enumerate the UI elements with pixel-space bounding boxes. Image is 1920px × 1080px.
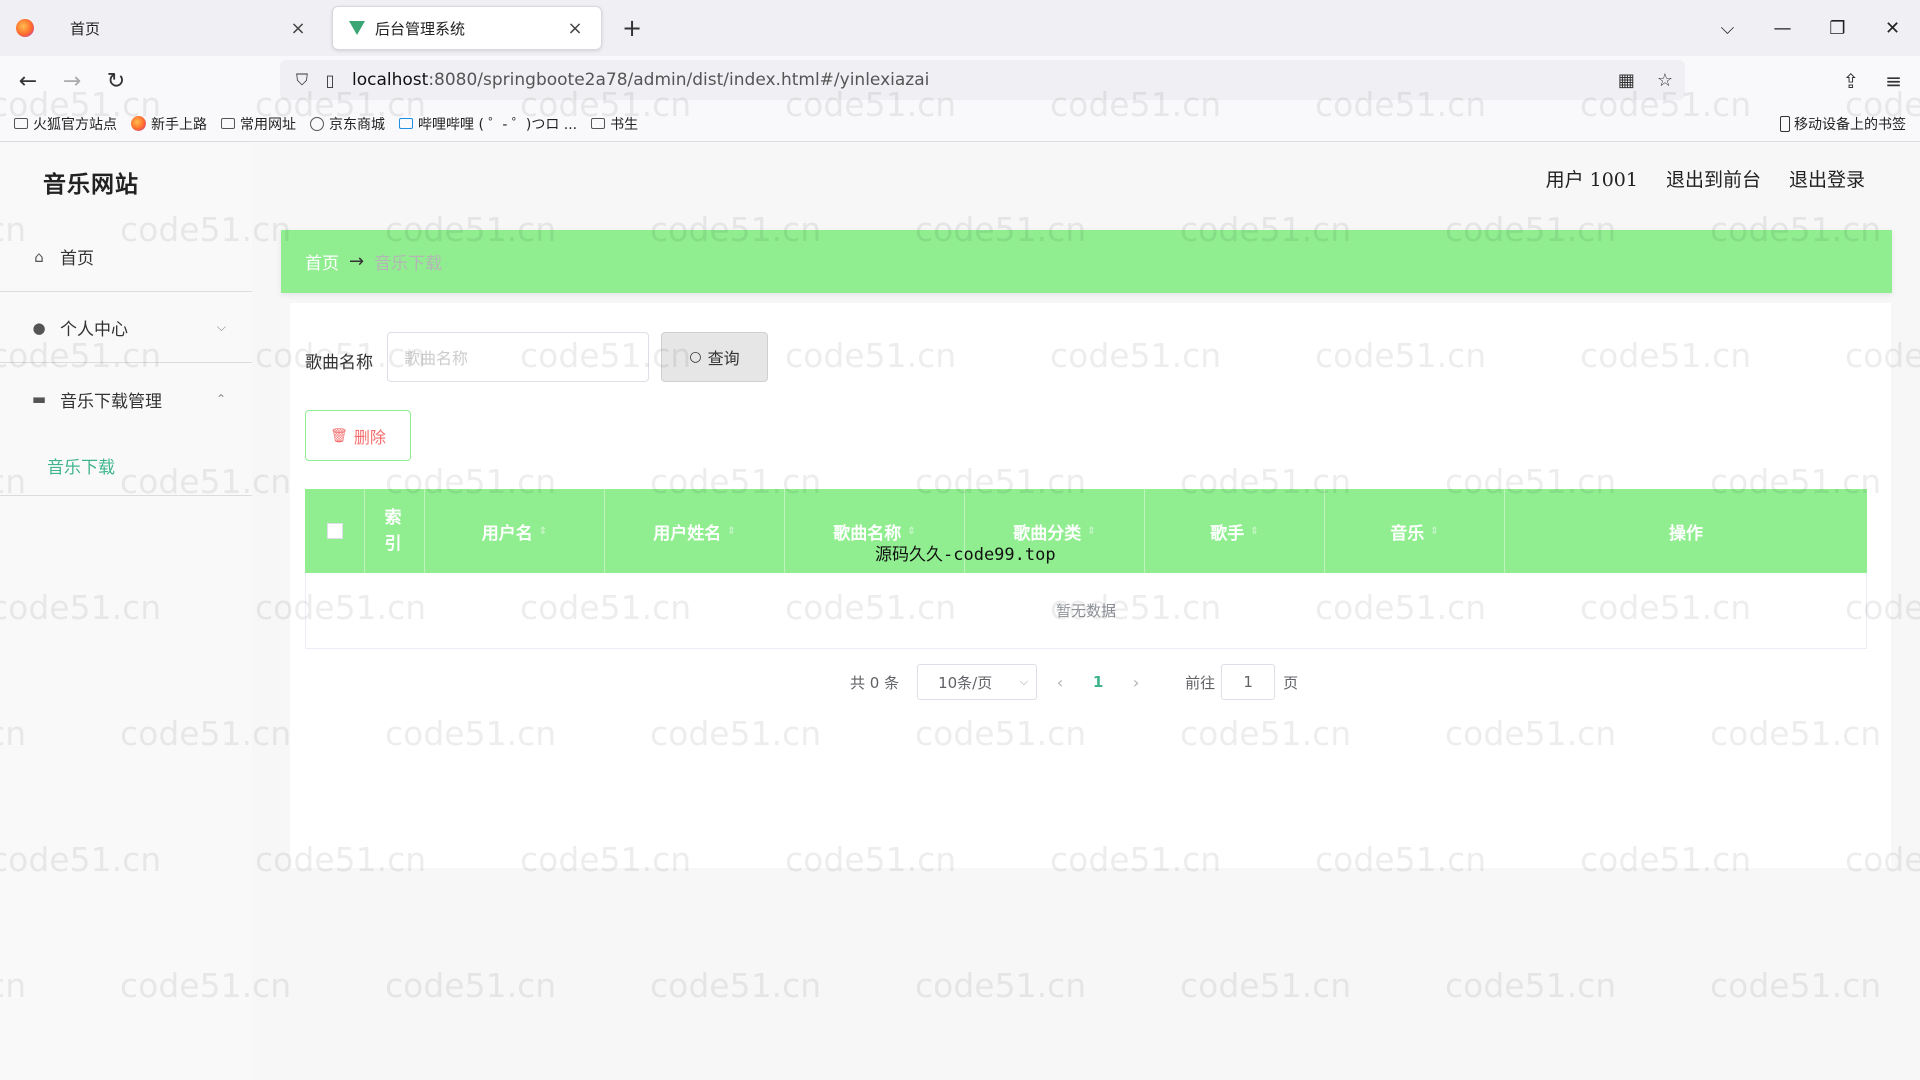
bookmark-item[interactable]: 常用网址 <box>221 114 296 134</box>
bookmark-item[interactable]: 新手上路 <box>131 114 207 134</box>
sort-icon[interactable]: ⇕ <box>907 526 915 537</box>
vue-icon <box>349 21 365 35</box>
shield-icon[interactable]: ⛉ <box>288 70 316 90</box>
song-name-input[interactable]: 歌曲名称 <box>387 332 649 382</box>
bookmark-item[interactable]: 京东商城 <box>310 114 385 134</box>
chevron-down-icon: ⌵ <box>1019 675 1029 688</box>
delete-button[interactable]: 🗑 删除 <box>305 410 411 461</box>
browser-nav-bar: ← → ↻ ⛉ ▯ localhost:8080/springbootе2a78… <box>0 56 1920 106</box>
sidebar-item-personal-center[interactable]: ● 个人中心 ⌵ <box>0 293 252 363</box>
goto-page-input[interactable]: 1 <box>1221 664 1276 700</box>
globe-icon <box>310 116 324 131</box>
tab-home[interactable]: 首页 × <box>54 6 324 50</box>
select-all-checkbox[interactable] <box>326 523 343 539</box>
sort-icon[interactable]: ⇕ <box>727 526 735 537</box>
tab-list-icon[interactable]: ⌵ <box>1700 18 1755 39</box>
reload-icon[interactable]: ↻ <box>94 69 138 94</box>
page-size-select[interactable]: 10条/页 ⌵ <box>917 664 1038 700</box>
qr-code-icon[interactable]: ▦ <box>1618 70 1635 91</box>
app-page: 音乐网站 ⌂ 首页 ● 个人中心 ⌵ ▬ 音乐下载管理 ⌃ 音乐下载 用户 10… <box>0 143 1920 1080</box>
sort-icon[interactable]: ⇕ <box>1430 526 1438 537</box>
search-icon: ○ <box>689 349 702 365</box>
star-icon[interactable]: ☆ <box>1657 70 1673 91</box>
sort-icon[interactable]: ⇕ <box>1087 526 1095 537</box>
bilibili-icon <box>399 118 413 129</box>
folder-icon <box>221 118 235 129</box>
search-button[interactable]: ○ 查询 <box>661 332 768 382</box>
sort-icon[interactable]: ⇕ <box>539 526 547 537</box>
forward-icon[interactable]: → <box>50 69 94 94</box>
sidebar: 音乐网站 ⌂ 首页 ● 个人中心 ⌵ ▬ 音乐下载管理 ⌃ 音乐下载 <box>0 143 252 1080</box>
user-label: 用户 1001 <box>1545 169 1638 191</box>
bookmark-item[interactable]: 火狐官方站点 <box>14 114 117 134</box>
search-label: 歌曲名称 <box>305 353 373 373</box>
folder-icon <box>14 118 28 129</box>
logout-link[interactable]: 退出登录 <box>1789 165 1865 192</box>
trash-icon: 🗑 <box>330 427 348 444</box>
to-front-link[interactable]: 退出到前台 <box>1666 165 1761 192</box>
brand-title: 音乐网站 <box>43 171 139 198</box>
bookmarks-bar: 火狐官方站点 新手上路 常用网址 京东商城 哔哩哔哩 ( ゜- ゜)つロ ...… <box>0 106 1920 142</box>
sort-icon[interactable]: ⇕ <box>1250 526 1258 537</box>
bookmark-item[interactable]: 书生 <box>591 114 638 134</box>
select-all-cell <box>305 489 365 573</box>
chevron-down-icon: ⌵ <box>216 320 226 334</box>
firefox-icon <box>0 0 50 56</box>
restore-button[interactable]: ❐ <box>1810 18 1865 39</box>
sidebar-item-home[interactable]: ⌂ 首页 <box>0 222 252 292</box>
close-window-button[interactable]: ✕ <box>1865 18 1920 39</box>
close-icon[interactable]: × <box>288 18 308 39</box>
briefcase-icon: ▬ <box>31 390 47 408</box>
chevron-up-icon: ⌃ <box>215 392 226 406</box>
arrow-icon: → <box>349 251 365 272</box>
folder-icon <box>591 118 606 129</box>
pagination: 共 0 条 10条/页 ⌵ ‹ 1 › 前往 1 页 <box>850 664 1298 700</box>
browser-tab-bar: 首页 × 后台管理系统 × + ⌵ — ❐ ✕ <box>0 0 1920 56</box>
total-count: 共 0 条 <box>850 673 900 692</box>
url-text[interactable]: localhost:8080/springbootе2a78/admin/dis… <box>352 70 929 90</box>
extensions-icon[interactable]: ⇪ <box>1842 69 1859 93</box>
bookmark-item[interactable]: 哔哩哔哩 ( ゜- ゜)つロ ... <box>399 114 577 134</box>
page-number[interactable]: 1 <box>1083 673 1113 691</box>
tab-title: 首页 <box>70 19 101 38</box>
tab-title: 后台管理系统 <box>375 19 466 38</box>
column-header: 操作 <box>1669 523 1703 544</box>
column-header[interactable]: 歌手 ⇕ <box>1145 489 1325 573</box>
column-header: 索引 <box>365 489 425 573</box>
table-empty: 暂无数据 <box>305 573 1867 649</box>
menu-icon[interactable]: ≡ <box>1885 69 1902 93</box>
breadcrumb: 首页 → 音乐下载 <box>281 230 1892 293</box>
table-header: 索引 用户名 ⇕ 用户姓名 ⇕ 歌曲名称 ⇕ 歌曲分类 ⇕ 歌手 ⇕ 音乐 ⇕ 操作 <box>305 489 1867 573</box>
sidebar-item-music-download-mgmt[interactable]: ▬ 音乐下载管理 ⌃ <box>0 364 252 434</box>
breadcrumb-current: 音乐下载 <box>374 254 443 274</box>
user-icon: ● <box>32 318 46 337</box>
overlay-watermark: 源码久久-code99.top <box>875 545 1056 565</box>
goto-page: 前往 1 页 <box>1185 664 1298 700</box>
column-header[interactable]: 用户名 ⇕ <box>425 489 605 573</box>
back-icon[interactable]: ← <box>6 69 50 94</box>
home-icon: ⌂ <box>34 247 44 266</box>
header-links: 用户 1001 退出到前台 退出登录 <box>1546 165 1865 192</box>
minimize-button[interactable]: — <box>1755 18 1810 39</box>
firefox-icon <box>131 116 146 131</box>
url-bar[interactable]: ⛉ ▯ localhost:8080/springbootе2a78/admin… <box>280 60 1685 100</box>
column-header[interactable]: 用户姓名 ⇕ <box>605 489 785 573</box>
tab-admin[interactable]: 后台管理系统 × <box>332 6 602 50</box>
column-header[interactable]: 音乐 ⇕ <box>1325 489 1505 573</box>
new-tab-button[interactable]: + <box>606 14 658 42</box>
phone-icon <box>1780 115 1790 132</box>
sidebar-item-music-download[interactable]: 音乐下载 <box>0 435 252 496</box>
close-icon[interactable]: × <box>565 18 585 39</box>
page-icon[interactable]: ▯ <box>316 71 344 90</box>
prev-page-icon[interactable]: ‹ <box>1037 673 1083 692</box>
mobile-bookmarks[interactable]: 移动设备上的书签 <box>1780 114 1906 134</box>
next-page-icon[interactable]: › <box>1113 673 1159 692</box>
breadcrumb-home[interactable]: 首页 <box>305 249 339 274</box>
